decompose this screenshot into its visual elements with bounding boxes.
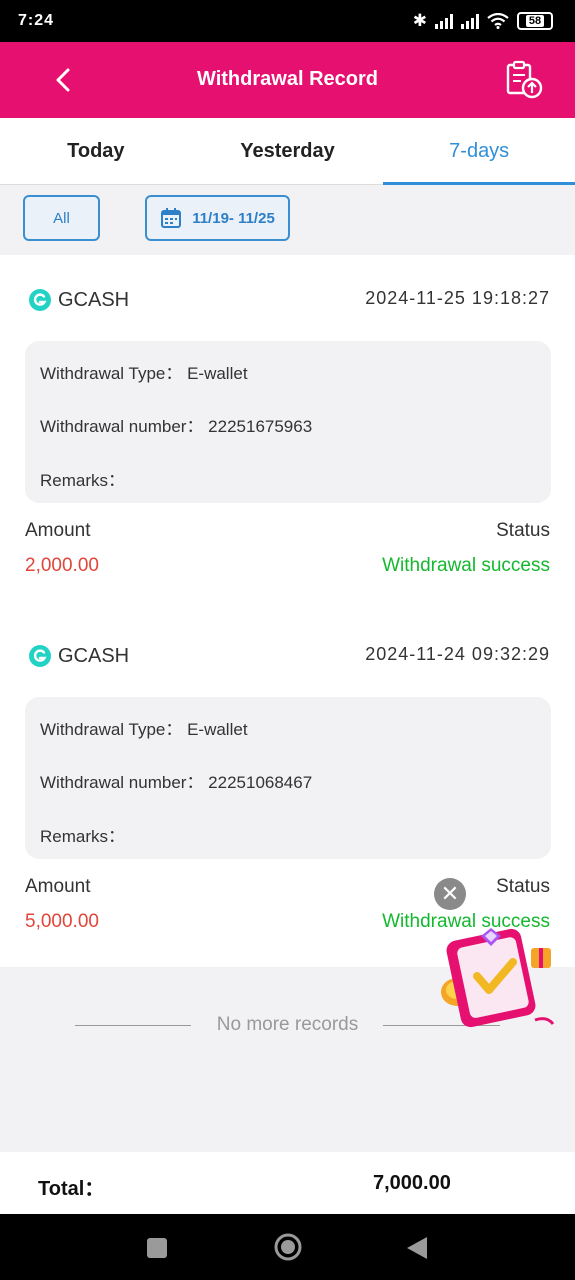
amount-label: Amount [25, 876, 91, 897]
app-header: Withdrawal Record [0, 42, 575, 118]
status-icons: ✱ 58 [413, 12, 553, 30]
withdrawal-type: Withdrawal Type： E-wallet [40, 364, 248, 383]
back-icon[interactable] [405, 1235, 429, 1261]
withdrawal-number: Withdrawal number： 22251068467 [40, 773, 313, 792]
amount-label: Amount [25, 520, 91, 541]
tab-today[interactable]: Today [0, 118, 192, 184]
total-value: 7,000.00 [373, 1172, 451, 1194]
signal-icon [461, 13, 479, 29]
remarks: Remarks： [40, 471, 126, 490]
recent-apps-icon[interactable] [146, 1237, 168, 1259]
total-label: Total： [38, 1178, 105, 1200]
bluetooth-icon: ✱ [412, 11, 427, 30]
all-filter-button[interactable]: All [23, 195, 100, 241]
signal-icon [435, 13, 453, 29]
record-details: Withdrawal Type： E-wallet Withdrawal num… [25, 697, 551, 859]
channel-name: GCASH [58, 644, 130, 667]
battery-icon: 58 [517, 12, 553, 30]
amount-value: 2,000.00 [25, 555, 99, 576]
withdrawal-number: Withdrawal number： 22251675963 [40, 417, 313, 436]
amount-value: 5,000.00 [25, 911, 99, 932]
withdrawal-record-card[interactable]: GCASH 2024-11-24 09:32:29 Withdrawal Typ… [0, 611, 575, 967]
withdrawal-type: Withdrawal Type： E-wallet [40, 720, 248, 739]
system-status-bar: 7:24 ✱ 58 [0, 0, 575, 42]
status-label: Status [496, 520, 550, 541]
channel: GCASH [28, 644, 129, 668]
tab-yesterday[interactable]: Yesterday [192, 118, 384, 184]
gift-checklist-icon[interactable] [435, 920, 560, 1032]
calendar-icon [161, 208, 182, 228]
status-label: Status [496, 876, 550, 897]
channel: GCASH [28, 288, 129, 312]
withdrawal-record-card[interactable]: GCASH 2024-11-25 19:18:27 Withdrawal Typ… [0, 255, 575, 611]
tab-7-days[interactable]: 7-days [383, 118, 575, 185]
record-datetime: 2024-11-24 09:32:29 [365, 644, 550, 664]
clock: 7:24 [18, 12, 55, 29]
filter-bar: All 11/19- 11/25 [0, 185, 575, 255]
gcash-logo-icon [29, 289, 51, 311]
remarks: Remarks： [40, 827, 126, 846]
wifi-icon [487, 13, 509, 29]
close-icon[interactable]: ✕ [434, 878, 466, 910]
record-datetime: 2024-11-25 19:18:27 [365, 288, 550, 308]
date-range-button[interactable]: 11/19- 11/25 [145, 195, 290, 241]
date-tabs: Today Yesterday 7-days [0, 118, 575, 185]
page-title: Withdrawal Record [197, 68, 378, 90]
clipboard-upload-icon[interactable] [503, 59, 545, 101]
all-filter-label: All [53, 209, 70, 227]
system-nav-bar [0, 1214, 575, 1280]
channel-name: GCASH [58, 288, 130, 311]
total-bar: Total： 7,000.00 [0, 1152, 575, 1214]
home-icon[interactable] [273, 1232, 303, 1262]
record-details: Withdrawal Type： E-wallet Withdrawal num… [25, 341, 551, 503]
status-value: Withdrawal success [382, 555, 550, 576]
gcash-logo-icon [29, 645, 51, 667]
battery-level: 58 [525, 15, 545, 27]
date-range-label: 11/19- 11/25 [192, 209, 275, 227]
